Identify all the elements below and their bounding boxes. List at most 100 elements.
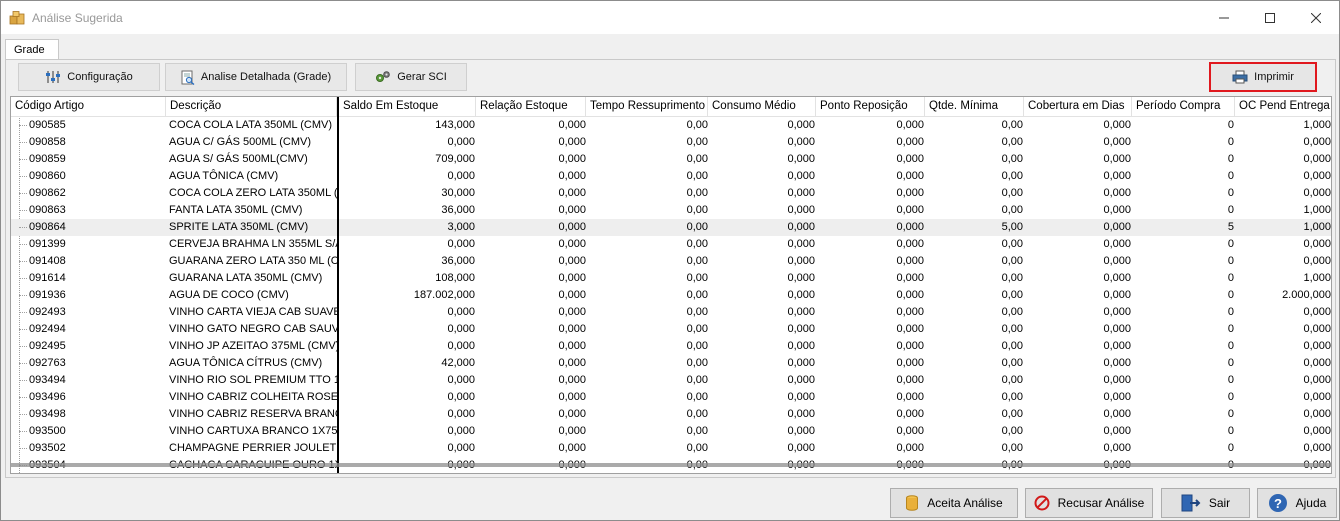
table-row[interactable]: 093494 VINHO RIO SOL PREMIUM TTO 1. 0,000 0…	[11, 372, 1331, 389]
table-row[interactable]: 091408 GUARANA ZERO LATA 350 ML (C 36,000 0…	[11, 253, 1331, 270]
col-header-cobertura[interactable]: Cobertura em Dias	[1024, 97, 1132, 117]
table-row[interactable]: 092493 VINHO CARTA VIEJA CAB SUAVE 1 0,000…	[11, 304, 1331, 321]
cell-saldo: 0,000	[447, 425, 475, 437]
svg-text:?: ?	[1274, 496, 1282, 511]
cell-periodo: 0	[1227, 391, 1234, 403]
table-row[interactable]: 090862 COCA COLA ZERO LATA 350ML (C 30,000…	[11, 185, 1331, 202]
exit-door-icon	[1181, 494, 1201, 512]
cell-consumo: 0,000	[787, 170, 815, 182]
cell-periodo: 0	[1227, 323, 1234, 335]
cell-relacao: 0,000	[558, 238, 586, 250]
aceita-analise-button[interactable]: Aceita Análise	[890, 488, 1018, 518]
cell-ponto: 0,000	[896, 442, 924, 454]
analise-detalhada-button[interactable]: Analise Detalhada (Grade)	[165, 63, 347, 91]
table-row[interactable]: 091399 CERVEJA BRAHMA LN 355ML S/AL 0,000 0…	[11, 236, 1331, 253]
col-header-oc-pend[interactable]: OC Pend Entrega	[1235, 97, 1331, 117]
table-row[interactable]: 092495 VINHO JP AZEITAO 375ML (CMV) 0,000 0…	[11, 338, 1331, 355]
cell-oc-pend: 0,000	[1303, 238, 1331, 250]
cell-codigo: 092763	[29, 357, 66, 369]
cell-saldo: 709,000	[435, 153, 475, 165]
ajuda-label: Ajuda	[1295, 496, 1327, 510]
cell-codigo: 090858	[29, 136, 66, 148]
table-row[interactable]: 093500 VINHO CARTUXA BRANCO 1X750 0,000 0,0…	[11, 423, 1331, 440]
tree-connector	[19, 431, 27, 432]
table-row[interactable]: 093498 VINHO CABRIZ RESERVA BRANCC 0,000 0,…	[11, 406, 1331, 423]
table-row[interactable]: 090860 AGUA TÔNICA (CMV) 0,000 0,000 0,00 0,0…	[11, 168, 1331, 185]
cell-periodo: 0	[1227, 255, 1234, 267]
tree-connector	[19, 329, 27, 330]
tree-connector	[19, 448, 27, 449]
cell-consumo: 0,000	[787, 204, 815, 216]
col-header-relacao[interactable]: Relação Estoque	[476, 97, 586, 117]
cell-saldo: 0,000	[447, 323, 475, 335]
table-row[interactable]: 090864 SPRITE LATA 350ML (CMV) 3,000 0,000 0…	[11, 219, 1331, 236]
table-row[interactable]: 092763 AGUA TÔNICA CÍTRUS (CMV) 42,000 0,00…	[11, 355, 1331, 372]
table-row[interactable]: 092494 VINHO GATO NEGRO CAB SAUV 0,000 0,00…	[11, 321, 1331, 338]
close-button[interactable]	[1293, 1, 1339, 34]
cell-qtde-minima: 0,00	[1001, 442, 1023, 454]
col-header-descricao[interactable]: Descrição	[166, 97, 337, 117]
table-row[interactable]: 093502 CHAMPAGNE PERRIER JOULET GF 0,000 0,…	[11, 440, 1331, 457]
col-header-tempo[interactable]: Tempo Ressuprimento	[586, 97, 708, 117]
cell-tempo: 0,00	[686, 357, 708, 369]
cell-cobertura: 0,000	[1103, 425, 1131, 437]
cell-ponto: 0,000	[896, 204, 924, 216]
minimize-button[interactable]	[1201, 1, 1247, 34]
cell-qtde-minima: 0,00	[1001, 136, 1023, 148]
cell-descricao: SPRITE LATA 350ML (CMV)	[169, 221, 309, 233]
horizontal-scrollbar[interactable]	[11, 463, 1331, 467]
cell-tempo: 0,00	[686, 238, 708, 250]
ajuda-button[interactable]: ? Ajuda	[1257, 488, 1337, 518]
recusar-analise-label: Recusar Análise	[1057, 496, 1145, 510]
cell-descricao: AGUA TÔNICA (CMV)	[169, 170, 279, 182]
gerar-sci-label: Gerar SCI	[397, 71, 447, 83]
col-header-saldo[interactable]: Saldo Em Estoque	[339, 97, 476, 117]
table-row[interactable]: 090858 AGUA C/ GÁS 500ML (CMV) 0,000 0,000 0…	[11, 134, 1331, 151]
table-row[interactable]: 090863 FANTA LATA 350ML (CMV) 36,000 0,000 0…	[11, 202, 1331, 219]
analise-grid[interactable]: Código Artigo Descrição Saldo Em Estoque…	[10, 96, 1332, 474]
cell-oc-pend: 0,000	[1303, 340, 1331, 352]
cell-oc-pend: 0,000	[1303, 408, 1331, 420]
cell-codigo: 090860	[29, 170, 66, 182]
imprimir-button[interactable]: Imprimir	[1209, 62, 1317, 92]
configuracao-button[interactable]: Configuração	[18, 63, 160, 91]
cell-codigo: 090585	[29, 119, 66, 131]
cell-cobertura: 0,000	[1103, 374, 1131, 386]
table-row[interactable]: 091936 AGUA DE COCO (CMV) 187.002,000 0,000…	[11, 287, 1331, 304]
cell-tempo: 0,00	[686, 153, 708, 165]
window-title: Análise Sugerida	[32, 11, 123, 25]
col-header-consumo[interactable]: Consumo Médio	[708, 97, 816, 117]
cell-cobertura: 0,000	[1103, 255, 1131, 267]
cell-cobertura: 0,000	[1103, 119, 1131, 131]
col-header-ponto[interactable]: Ponto Reposição	[816, 97, 925, 117]
table-row[interactable]: 090859 AGUA S/ GÁS 500ML(CMV) 709,000 0,000…	[11, 151, 1331, 168]
cell-cobertura: 0,000	[1103, 187, 1131, 199]
cell-cobertura: 0,000	[1103, 306, 1131, 318]
tree-connector	[19, 193, 27, 194]
maximize-button[interactable]	[1247, 1, 1293, 34]
cell-descricao: COCA COLA ZERO LATA 350ML (C	[169, 187, 337, 199]
cell-qtde-minima: 0,00	[1001, 425, 1023, 437]
sair-button[interactable]: Sair	[1161, 488, 1250, 518]
tree-connector	[19, 312, 27, 313]
cell-cobertura: 0,000	[1103, 289, 1131, 301]
gerar-sci-button[interactable]: Gerar SCI	[355, 63, 467, 91]
col-header-periodo[interactable]: Período Compra	[1132, 97, 1235, 117]
col-header-qtde-minima[interactable]: Qtde. Mínima	[925, 97, 1024, 117]
cell-codigo: 090859	[29, 153, 66, 165]
cell-periodo: 0	[1227, 340, 1234, 352]
cell-tempo: 0,00	[686, 408, 708, 420]
cell-relacao: 0,000	[558, 170, 586, 182]
cell-codigo: 092495	[29, 340, 66, 352]
analise-sugerida-window: Análise Sugerida Grade Configuração Anal…	[0, 0, 1340, 521]
recusar-analise-button[interactable]: Recusar Análise	[1025, 488, 1153, 518]
cell-descricao: VINHO JP AZEITAO 375ML (CMV)	[169, 340, 337, 352]
table-row[interactable]: 093496 VINHO CABRIZ COLHEITA ROSE 1 0,000 0…	[11, 389, 1331, 406]
col-header-codigo[interactable]: Código Artigo	[11, 97, 166, 117]
tab-grade[interactable]: Grade	[5, 39, 59, 60]
cell-oc-pend: 0,000	[1303, 323, 1331, 335]
table-row[interactable]: 090585 COCA COLA LATA 350ML (CMV) 143,000 0…	[11, 117, 1331, 134]
cell-periodo: 0	[1227, 289, 1234, 301]
table-row[interactable]: 091614 GUARANA LATA 350ML (CMV) 108,000 0,0…	[11, 270, 1331, 287]
cell-qtde-minima: 0,00	[1001, 272, 1023, 284]
